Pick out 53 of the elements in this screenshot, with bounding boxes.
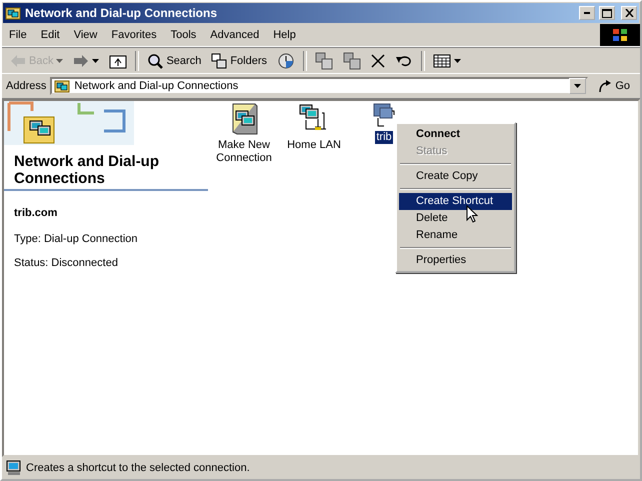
mouse-cursor-icon [466,205,478,224]
context-menu-item[interactable]: Create Copy [399,168,512,185]
status-text: Creates a shortcut to the selected connection. [26,462,250,474]
folders-icon [211,52,228,68]
go-button[interactable]: Go [592,76,636,96]
forward-arrow-icon [73,54,90,68]
menu-item[interactable]: Tools [164,29,204,41]
item-label[interactable]: Make New Connection [210,139,278,165]
caret-icon [574,84,582,88]
move-to-icon [315,52,334,70]
dial-up-computers-icon [373,103,395,127]
back-arrow-icon [10,54,26,68]
copy-to-icon [343,52,362,70]
menu-item[interactable]: File [2,29,34,41]
network-folder-icon [54,78,70,94]
dropdown-button[interactable] [569,78,586,94]
maximize-icon [602,8,612,18]
minimize-icon [584,12,590,14]
connection-name: trib.com [13,206,58,221]
toolbar-button[interactable]: Search [143,50,206,72]
menu-item[interactable]: View [66,29,104,41]
undo-icon [395,54,414,68]
close-icon [624,9,634,17]
item-label[interactable]: Home LAN [286,139,342,152]
context-menu-item[interactable]: Properties [399,252,512,269]
history-icon [277,52,296,70]
item-label[interactable]: trib [375,131,393,144]
address-field[interactable]: Network and Dial-up Connections [50,77,588,95]
window-title: Network and Dial-up Connections [25,6,218,20]
menu-item[interactable]: Help [266,29,303,41]
search-icon [147,52,164,68]
network-folder-icon [5,5,21,21]
up-folder-icon [109,52,128,68]
delete-icon [371,54,386,68]
computer-icon [6,460,22,476]
close-button[interactable] [621,6,637,20]
menu-item[interactable]: Advanced [203,29,266,41]
context-menu-item[interactable]: Delete [399,210,512,227]
context-menu-item[interactable]: Create Shortcut [399,193,512,210]
menu-item[interactable]: Edit [34,29,67,41]
context-menu-item[interactable]: Connect [399,126,512,143]
address-label: Address [6,80,46,92]
detail-text: Status: Disconnected [13,256,119,271]
toolbar-button[interactable]: Folders [207,50,272,72]
pane-heading: Network and Dial-up Connections [4,149,208,191]
windows-logo [600,24,640,46]
views-icon [433,54,452,68]
maximize-button[interactable] [599,6,615,20]
menu-item[interactable]: Favorites [104,29,164,41]
detail-text: Type: Dial-up Connection [13,232,139,247]
go-arrow-icon [598,79,612,93]
minimize-button[interactable] [579,6,595,20]
context-menu-item[interactable]: Rename [399,227,512,244]
